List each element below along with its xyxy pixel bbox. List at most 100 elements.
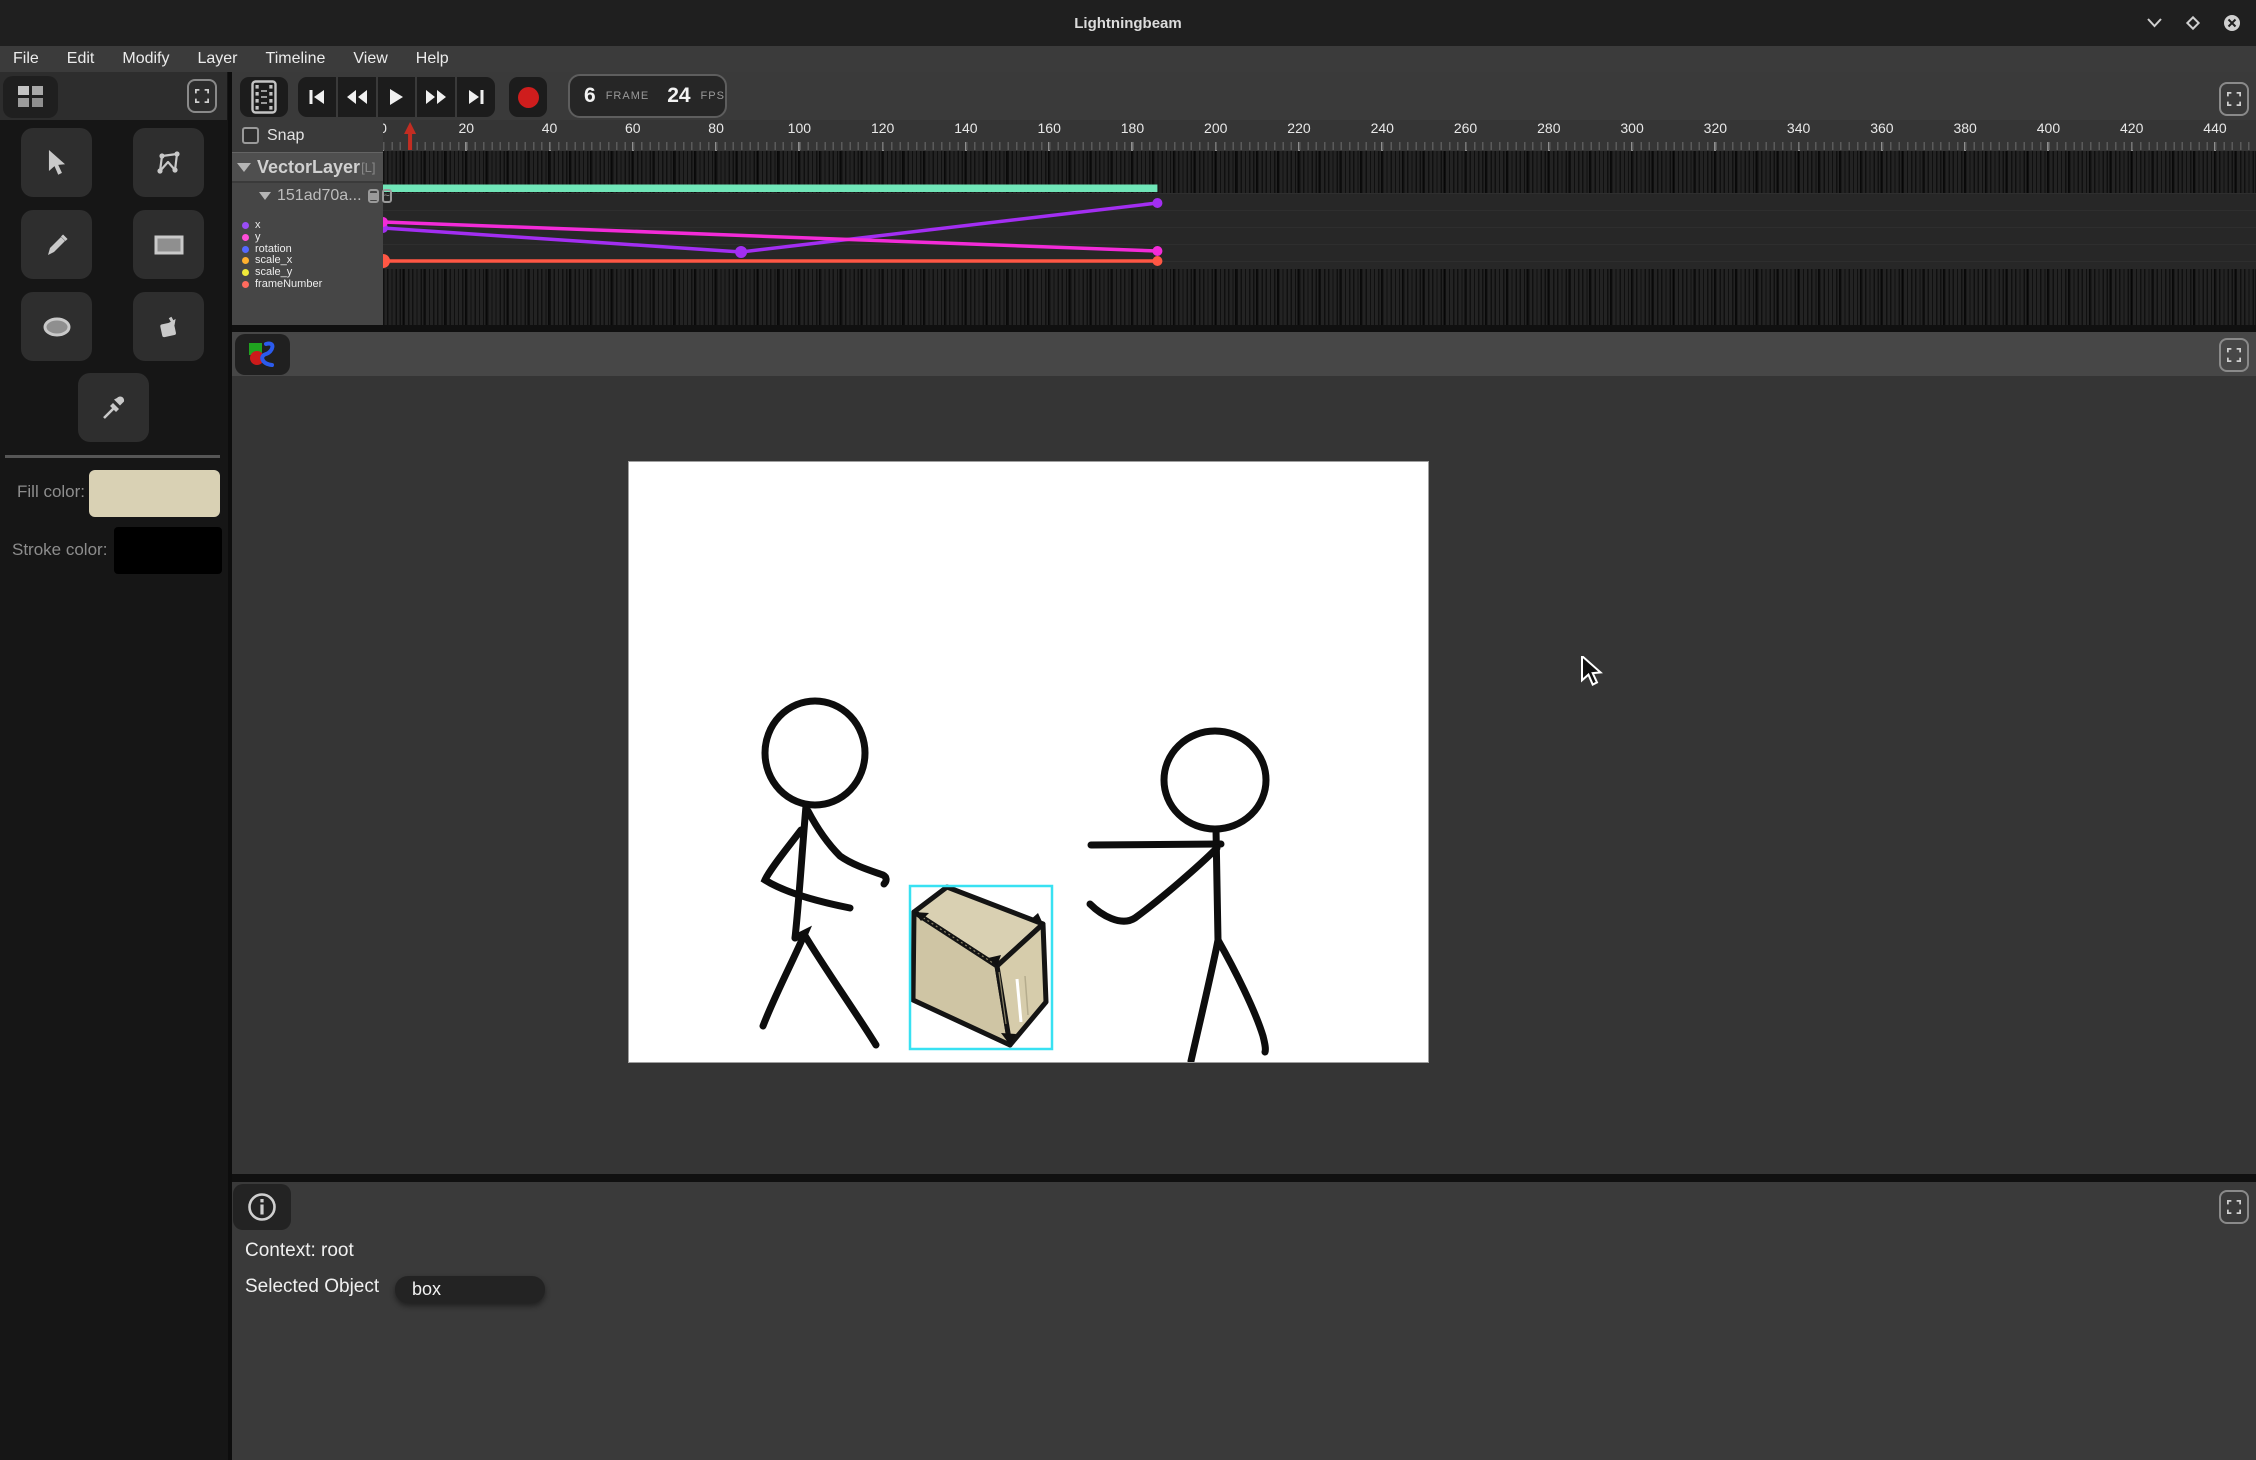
collapse-triangle-icon[interactable] (237, 163, 251, 172)
fullscreen-icon (2227, 1200, 2241, 1214)
diamond-icon (2185, 15, 2201, 31)
info-icon (246, 1191, 278, 1223)
keyframe-frameNumber-186[interactable] (1152, 256, 1162, 266)
context-label: Context: root (245, 1240, 354, 1262)
keyframe-x-86[interactable] (735, 246, 747, 258)
close-button[interactable] (2222, 13, 2242, 33)
layer-frame-span[interactable] (383, 185, 1157, 193)
box-object (913, 887, 1046, 1045)
eyedropper-icon (101, 395, 127, 421)
track-color-dot (242, 222, 249, 229)
transform-icon (155, 150, 183, 176)
play-button[interactable] (378, 77, 418, 117)
fast-forward-button[interactable] (417, 77, 457, 117)
eyedropper-tool-button[interactable] (78, 373, 149, 442)
app-window: Lightningbeam FileEditModifyLayerTimelin… (0, 0, 2256, 1460)
snap-row: Snap (232, 120, 383, 151)
canvas-fullscreen-button[interactable] (2219, 338, 2249, 372)
fill-color-swatch[interactable] (89, 470, 220, 517)
maximize-button[interactable] (2183, 13, 2203, 33)
playhead[interactable] (404, 122, 416, 150)
tilde-icon: ~ (384, 192, 390, 200)
keyframe-y-186[interactable] (1152, 246, 1162, 256)
canvas-header (232, 332, 2256, 376)
rewind-icon (346, 88, 368, 106)
skip-to-end-button[interactable] (457, 77, 495, 117)
menu-item-timeline[interactable]: Timeline (263, 50, 329, 68)
track-color-dot (242, 281, 249, 288)
pencil-tool-button[interactable] (21, 210, 92, 279)
menu-item-help[interactable]: Help (413, 50, 452, 68)
track-row-rotation[interactable]: rotation (232, 243, 383, 255)
film-export-button[interactable] (240, 77, 288, 117)
sublayer-tween-toggle[interactable]: ~ (382, 189, 392, 203)
track-color-dot (242, 257, 249, 264)
info-fullscreen-button[interactable] (2219, 1190, 2249, 1224)
track-row-scale_x[interactable]: scale_x (232, 255, 383, 267)
selected-object-dropdown[interactable]: box (395, 1276, 545, 1303)
animation-stage[interactable] (629, 462, 1428, 1062)
rectangle-tool-button[interactable] (133, 210, 204, 279)
track-color-dot (242, 269, 249, 276)
fullscreen-icon (2227, 348, 2241, 362)
menu-item-modify[interactable]: Modify (119, 50, 172, 68)
rewind-button[interactable] (338, 77, 378, 117)
ellipse-icon (41, 315, 73, 339)
timeline-fullscreen-button[interactable] (2219, 82, 2249, 116)
track-row-frameNumber[interactable]: frameNumber (232, 278, 383, 290)
layer-name: VectorLayer (257, 157, 360, 178)
timeline-panel: 6 FRAME 24 FPS 0204060801001201401601802… (232, 72, 2256, 325)
fullscreen-icon (2227, 92, 2241, 106)
paint-bucket-icon (155, 313, 183, 341)
solid-square-icon (370, 193, 377, 200)
record-button[interactable] (509, 77, 547, 117)
stick-figure-right (1090, 731, 1266, 1061)
frame-unit-label: FRAME (606, 90, 650, 102)
snap-label: Snap (267, 127, 304, 145)
menu-item-edit[interactable]: Edit (64, 50, 98, 68)
ellipse-tool-button[interactable] (21, 292, 92, 361)
menu-item-view[interactable]: View (350, 50, 390, 68)
minimize-button[interactable] (2144, 13, 2164, 33)
skip-to-start-button[interactable] (298, 77, 338, 117)
sublayer-row[interactable]: 151ad70a... ~ (232, 183, 383, 209)
paint-bucket-tool-button[interactable] (133, 292, 204, 361)
chevron-down-icon (2147, 18, 2162, 28)
keyframe-x-186[interactable] (1152, 198, 1162, 208)
shapes-icon (246, 340, 280, 370)
menu-item-layer[interactable]: Layer (194, 50, 240, 68)
fill-color-label: Fill color: (17, 482, 85, 502)
track-name: frameNumber (255, 279, 322, 290)
sublayer-solid-toggle[interactable] (368, 189, 379, 203)
grid-icon (18, 86, 44, 108)
play-icon (387, 88, 405, 106)
fps-value[interactable]: 24 (667, 84, 690, 108)
sidebar-fullscreen-button[interactable] (187, 79, 217, 113)
track-name: scale_y (255, 267, 292, 278)
frame-number-value[interactable]: 6 (584, 84, 596, 108)
transform-tool-button[interactable] (133, 128, 204, 197)
track-row-y[interactable]: y (232, 232, 383, 244)
stroke-color-label: Stroke color: (12, 540, 107, 560)
skip-end-icon (466, 88, 486, 106)
snap-checkbox[interactable] (242, 127, 259, 144)
track-row-scale_y[interactable]: scale_y (232, 267, 383, 279)
timeline-curves-overlay (383, 120, 2256, 325)
pencil-icon (44, 232, 70, 258)
menu-bar: File Edit Modify Layer Timeline View Help (0, 46, 2256, 72)
select-tool-button[interactable] (21, 128, 92, 197)
stroke-color-swatch[interactable] (114, 527, 222, 574)
track-name: x (255, 220, 261, 231)
menu-item-file[interactable]: File (10, 50, 42, 68)
collapse-triangle-icon[interactable] (259, 192, 271, 200)
close-circle-icon (2223, 14, 2241, 32)
layer-badge: [L] (361, 160, 375, 175)
panel-grid-button[interactable] (3, 76, 58, 118)
layer-row-vectorlayer[interactable]: VectorLayer [L] (232, 152, 383, 181)
canvas-mode-button[interactable] (235, 334, 290, 375)
film-strip-icon (251, 80, 277, 114)
keyframe-frameNumber-0[interactable] (383, 254, 390, 268)
info-button[interactable] (233, 1184, 291, 1230)
track-row-x[interactable]: x (232, 220, 383, 232)
sidebar-divider (5, 455, 220, 458)
